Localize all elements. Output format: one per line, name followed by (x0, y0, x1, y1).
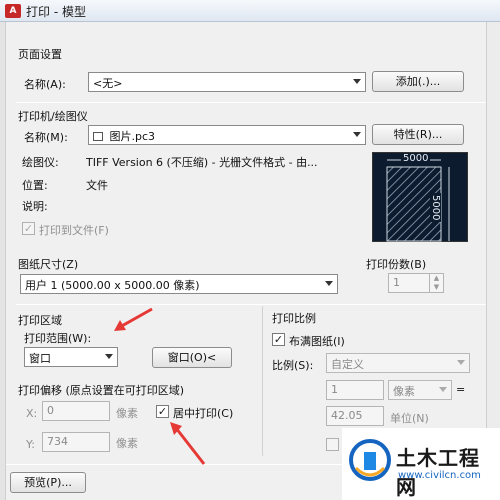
scale-label: 比例(S): (272, 359, 314, 372)
scale-dropdown[interactable]: 自定义 (326, 353, 470, 373)
scale-value1-input[interactable]: 1 (326, 380, 384, 400)
offset-y-value: 734 (47, 435, 68, 448)
paper-size-section-label: 图纸尺寸(Z) (18, 258, 79, 271)
paper-size-value: 用户 1 (5000.00 x 5000.00 像素) (25, 279, 200, 292)
printer-name-dropdown[interactable]: 图片.pc3 (88, 125, 366, 145)
window-pick-button[interactable]: 窗口(O)< (152, 347, 232, 368)
offset-x-label: X: (26, 407, 38, 420)
copies-input[interactable]: 1 ▲ ▼ (388, 273, 444, 293)
chevron-down-icon (105, 354, 113, 359)
offset-y-unit: 像素 (116, 437, 138, 450)
title-bar: A 打印 - 模型 (0, 0, 500, 22)
offset-x-value: 0 (47, 404, 54, 417)
paper-preview: 5000 5000 (372, 152, 468, 242)
printer-icon (93, 132, 103, 141)
copies-section-label: 打印份数(B) (366, 258, 427, 271)
page-setup-name-label: 名称(A): (24, 78, 66, 91)
page-setup-name-dropdown[interactable]: <无> (88, 72, 366, 92)
right-panel-edge (486, 22, 500, 442)
chevron-down-icon (439, 387, 447, 392)
fit-to-paper-checkbox[interactable]: ✓ (272, 333, 285, 346)
center-plot-checkbox[interactable]: ✓ (156, 405, 169, 418)
printer-properties-button[interactable]: 特性(R)... (372, 124, 464, 145)
paper-size-dropdown[interactable]: 用户 1 (5000.00 x 5000.00 像素) (20, 274, 338, 294)
preview-height-label: 5000 (430, 193, 441, 223)
plot-range-value: 窗口 (29, 352, 51, 365)
plot-area-section-label: 打印区域 (18, 314, 62, 327)
scale-unit2-label: 单位(N) (390, 412, 429, 425)
plotter-value: TIFF Version 6 (不压缩) - 光栅文件格式 - 由... (86, 156, 318, 169)
section-divider (16, 102, 486, 103)
preview-button[interactable]: 预览(P)... (10, 472, 86, 493)
offset-y-label: Y: (26, 438, 35, 451)
chevron-down-icon (457, 360, 465, 365)
chevron-down-icon (353, 79, 361, 84)
scale-value1: 1 (331, 383, 338, 396)
fit-to-paper-label: 布满图纸(I) (289, 335, 345, 348)
paper-preview-graphic (386, 159, 450, 242)
location-value: 文件 (86, 179, 108, 192)
scale-value2: 42.05 (331, 409, 363, 422)
print-to-file-label: 打印到文件(F) (39, 224, 109, 237)
printer-section-label: 打印机/绘图仪 (18, 110, 88, 123)
plot-range-dropdown[interactable]: 窗口 (24, 347, 118, 367)
offset-x-input[interactable]: 0 (42, 401, 110, 421)
description-label: 说明: (22, 200, 48, 213)
chevron-down-icon (325, 281, 333, 286)
scale-unit1-dropdown[interactable]: 像素 (388, 380, 452, 400)
printer-name-label: 名称(M): (24, 131, 68, 144)
app-icon: A (5, 4, 21, 18)
copies-spinner[interactable]: ▲ ▼ (429, 274, 443, 292)
print-to-file-checkbox[interactable]: ✓ (22, 222, 35, 235)
annotation-arrow-plot-range (114, 307, 153, 331)
annotation-arrow-center-plot (170, 422, 206, 465)
chevron-down-icon (353, 132, 361, 137)
printer-name-value: 图片.pc3 (109, 130, 156, 143)
page-setup-section-label: 页面设置 (18, 48, 62, 61)
scale-value: 自定义 (331, 358, 364, 371)
offset-y-input[interactable]: 734 (42, 432, 110, 452)
watermark-logo: 土木工程网 www.civilcn.com (342, 428, 500, 500)
preview-width-label: 5000 (401, 153, 431, 164)
dialog-left-border (0, 22, 6, 500)
plotter-label: 绘图仪: (22, 156, 59, 169)
scale-lineweights-checkbox[interactable] (326, 438, 339, 451)
location-label: 位置: (22, 179, 48, 192)
section-divider (16, 304, 486, 305)
offset-x-unit: 像素 (116, 407, 138, 420)
scale-equals-sign: = (456, 383, 466, 396)
plot-scale-section-label: 打印比例 (272, 312, 316, 325)
add-page-setup-button[interactable]: 添加(.)... (372, 71, 464, 92)
copies-value: 1 (393, 276, 400, 289)
window-title: 打印 - 模型 (26, 5, 86, 19)
scale-unit1: 像素 (393, 385, 415, 398)
page-setup-name-value: <无> (93, 77, 123, 90)
civil-logo-icon (349, 439, 391, 481)
scale-value2-input[interactable]: 42.05 (326, 406, 384, 426)
plot-offset-section-label: 打印偏移 (原点设置在可打印区域) (18, 384, 185, 397)
watermark-url: www.civilcn.com (398, 470, 481, 481)
plot-range-label: 打印范围(W): (24, 332, 92, 345)
